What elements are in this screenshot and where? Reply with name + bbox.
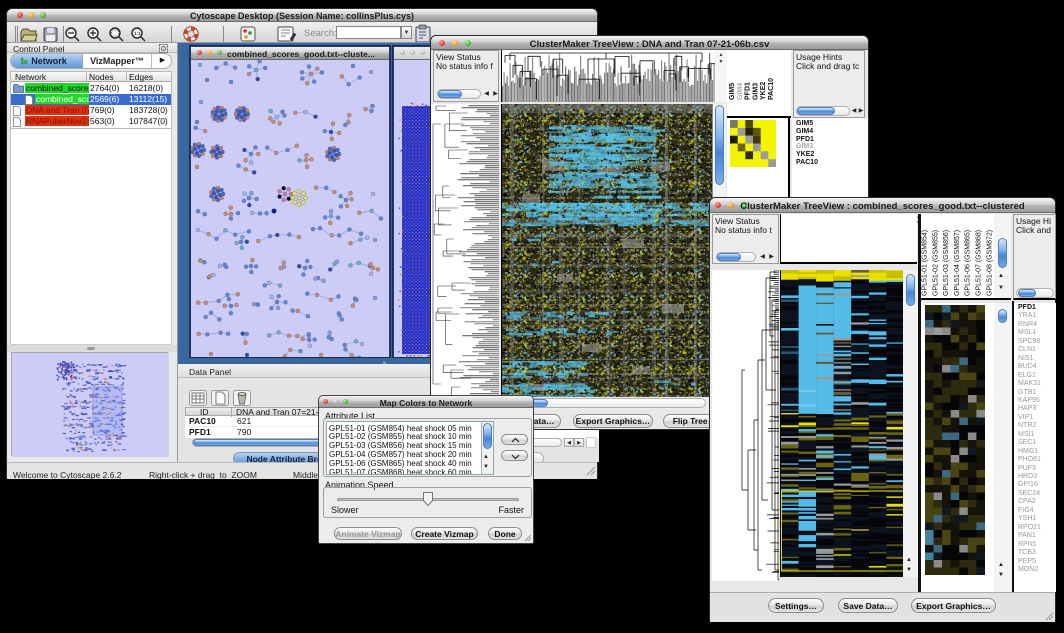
svg-text:1:1: 1:1	[134, 31, 141, 36]
svg-text:GIM5: GIM5	[729, 83, 736, 100]
svg-text:GIM4: GIM4	[737, 83, 744, 100]
svg-text:GPL51-04 (GSM857): GPL51-04 (GSM857)	[954, 230, 961, 296]
svg-text:GPL51-03 (GSM856): GPL51-03 (GSM856)	[943, 230, 950, 296]
svg-text:PFD1: PFD1	[745, 82, 752, 100]
svg-text:YKE2: YKE2	[760, 82, 767, 100]
svg-text:GPL51-02 (GSM855): GPL51-02 (GSM855)	[932, 230, 939, 296]
svg-text:GPL51-06 (GSM865): GPL51-06 (GSM865)	[965, 230, 972, 296]
svg-text:GPL51-08 (GSM872): GPL51-08 (GSM872)	[986, 230, 993, 296]
svg-text:GIM3: GIM3	[752, 83, 759, 100]
svg-text:PAC10: PAC10	[768, 78, 775, 100]
svg-text:GPL51-01 (GSM854): GPL51-01 (GSM854)	[922, 230, 929, 296]
svg-text:GPL51-07 (GSM868): GPL51-07 (GSM868)	[976, 230, 983, 296]
